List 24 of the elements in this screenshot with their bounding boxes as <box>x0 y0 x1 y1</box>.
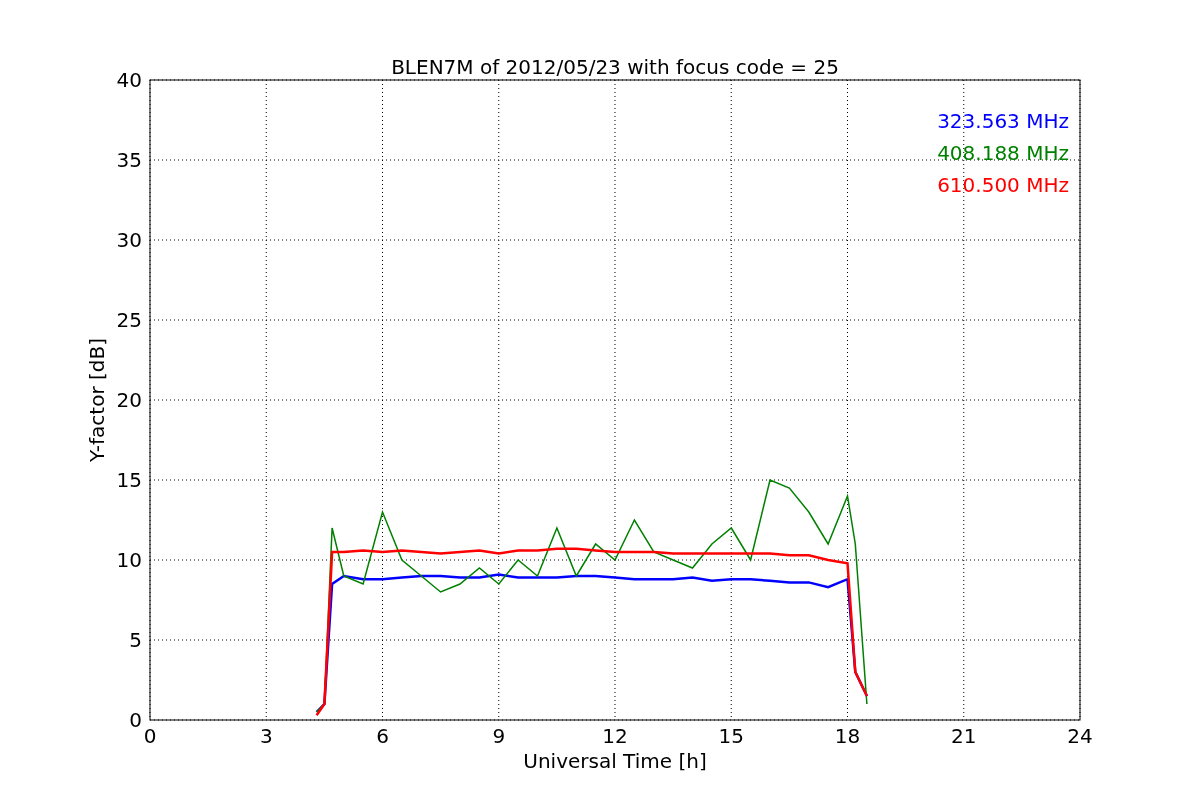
x-tick-label: 9 <box>492 724 506 748</box>
y-tick-label: 40 <box>116 68 142 92</box>
x-tick-label: 0 <box>143 724 157 748</box>
legend-label: 408.188 MHz <box>937 141 1069 165</box>
y-tick-label: 30 <box>116 228 142 252</box>
y-tick-label: 20 <box>116 388 142 412</box>
x-axis-label: Universal Time [h] <box>523 749 707 773</box>
y-tick-label: 10 <box>116 548 142 572</box>
chart-title: BLEN7M of 2012/05/23 with focus code = 25 <box>391 55 839 79</box>
legend-label: 323.563 MHz <box>937 109 1069 133</box>
x-tick-label: 21 <box>951 724 977 748</box>
y-tick-label: 25 <box>116 308 142 332</box>
y-tick-label: 5 <box>129 628 142 652</box>
x-tick-label: 15 <box>718 724 744 748</box>
x-tick-label: 6 <box>376 724 389 748</box>
x-tick-label: 24 <box>1067 724 1093 748</box>
y-tick-label: 35 <box>116 148 142 172</box>
y-axis-label: Y-factor [dB] <box>85 338 109 462</box>
x-tick-label: 12 <box>602 724 628 748</box>
x-tick-label: 18 <box>834 724 861 748</box>
y-tick-label: 15 <box>116 468 142 492</box>
x-tick-label: 3 <box>259 724 273 748</box>
y-tick-label: 0 <box>129 708 142 732</box>
legend-label: 610.500 MHz <box>937 173 1069 197</box>
